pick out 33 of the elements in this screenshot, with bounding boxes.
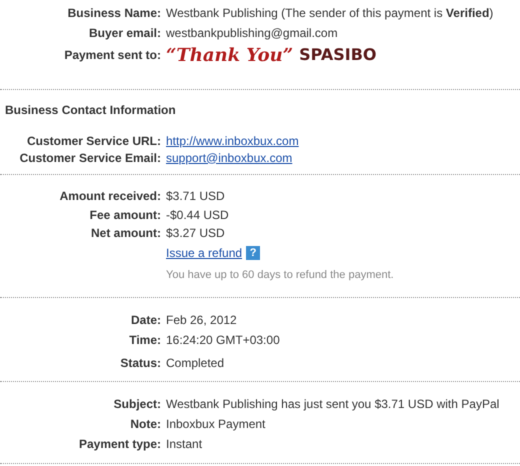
field-value: $3.71 USD	[166, 188, 225, 204]
field-label: Amount received:	[58, 188, 161, 204]
field-label: Note:	[129, 416, 161, 433]
field-label: Buyer email:	[88, 25, 161, 42]
field-label: Time:	[128, 332, 161, 349]
field-value: Feb 26, 2012	[166, 312, 237, 329]
thank-you-text: “Thank You”	[166, 44, 294, 68]
field-label: Date:	[130, 312, 161, 329]
field-label: Business Name:	[66, 5, 161, 22]
field-label: Customer Service Email:	[18, 150, 161, 166]
refund-link[interactable]: Issue a refund	[166, 244, 242, 262]
field-label: Subject:	[112, 396, 161, 413]
spasibo-text: SPASIBO	[299, 44, 376, 66]
field-label: Fee amount:	[88, 206, 161, 224]
help-icon[interactable]: ?	[246, 246, 260, 260]
field-value: $3.27 USD	[166, 224, 225, 242]
field-value: Completed	[166, 355, 224, 372]
field-value: Westbank Publishing (The sender of this payment is Verified)	[166, 5, 494, 22]
field-value: Inboxbux Payment	[166, 416, 266, 433]
field-value: Westbank Publishing has just sent you $3.71 USD with PayPal	[166, 396, 500, 413]
field-label: Payment sent to:	[63, 47, 161, 64]
field-value: -$0.44 USD	[166, 206, 229, 224]
field-label: Net amount:	[90, 224, 161, 242]
field-label: Status:	[119, 355, 161, 372]
field-label: Payment type:	[78, 436, 161, 453]
section-heading: Business Contact Information	[4, 102, 177, 118]
field-value: westbankpublishing@gmail.com	[166, 25, 338, 42]
refund-note: You have up to 60 days to refund the payment.	[165, 268, 395, 282]
link[interactable]: http://www.inboxbux.com	[166, 132, 299, 150]
field-label: Customer Service URL:	[26, 132, 161, 150]
field-value: 16:24:20 GMT+03:00	[166, 332, 280, 349]
link[interactable]: support@inboxbux.com	[166, 148, 292, 166]
field-value: Instant	[166, 436, 202, 453]
